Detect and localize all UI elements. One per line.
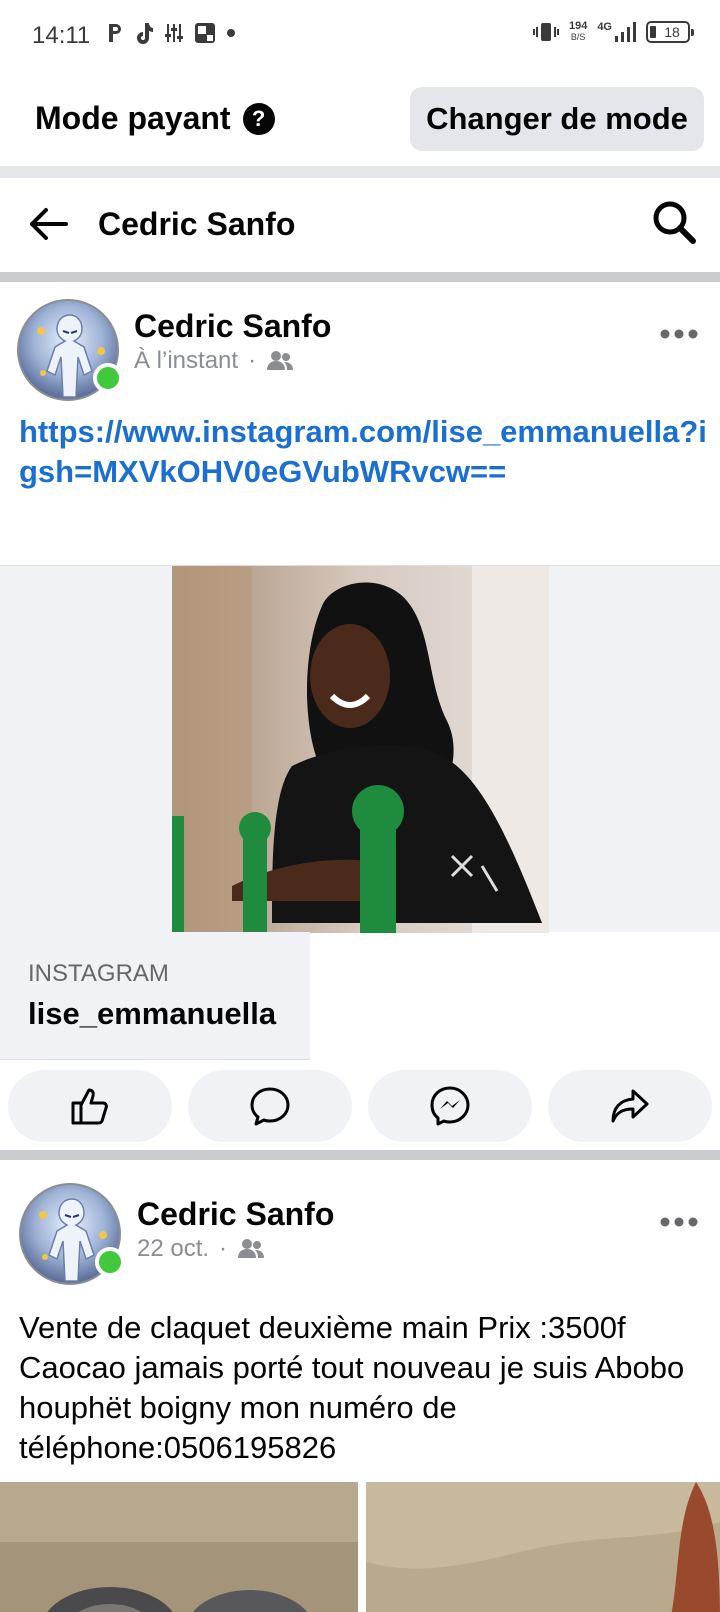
- change-mode-button[interactable]: Changer de mode: [410, 87, 704, 151]
- meta-separator: ·: [219, 1235, 228, 1262]
- net-speed-value: 194: [568, 20, 588, 32]
- mode-bar: Mode payant ? Changer de mode: [0, 72, 720, 164]
- signal-icon: [615, 22, 636, 42]
- preview-photo: [172, 566, 549, 933]
- notification-icons: [106, 22, 236, 44]
- comment-icon: [250, 1087, 290, 1126]
- photo-app-icon: [195, 23, 215, 43]
- divider: [0, 272, 720, 282]
- post-card: Cedric Sanfo 22 oct. · Vente de claquet …: [0, 1160, 720, 1612]
- friends-icon: [267, 351, 294, 370]
- post-time[interactable]: À l’instant: [134, 347, 238, 375]
- post-meta: À l’instant ·: [134, 347, 294, 375]
- profile-header: Cedric Sanfo: [0, 178, 720, 270]
- more-options-icon[interactable]: [660, 1216, 698, 1228]
- signal-group: 4G: [597, 21, 636, 43]
- post-link[interactable]: https://www.instagram.com/lise_emmanuell…: [19, 412, 709, 492]
- page-title: Cedric Sanfo: [98, 206, 296, 242]
- grid-photo[interactable]: [366, 1482, 720, 1612]
- status-time: 14:11: [32, 22, 91, 49]
- link-card[interactable]: INSTAGRAM lise_emmanuella: [0, 932, 310, 1060]
- net-speed-unit: B/S: [570, 32, 586, 42]
- post-actions: [8, 1070, 712, 1142]
- mode-title-label: Mode payant: [35, 100, 231, 136]
- share-button[interactable]: [548, 1070, 712, 1142]
- share-icon: [611, 1089, 649, 1123]
- battery-level: 18: [664, 24, 680, 40]
- vibrate-icon: [532, 23, 559, 41]
- more-options-icon[interactable]: [660, 328, 698, 340]
- dot-icon: [227, 29, 235, 37]
- online-indicator: [95, 1247, 125, 1277]
- link-preview-image[interactable]: [0, 565, 720, 933]
- messenger-icon: [430, 1086, 470, 1126]
- help-icon[interactable]: ?: [242, 102, 275, 135]
- online-indicator: [93, 363, 123, 393]
- comment-button[interactable]: [188, 1070, 352, 1142]
- mode-title: Mode payant ?: [35, 100, 275, 137]
- equalizer-icon: [165, 24, 183, 42]
- author-avatar[interactable]: [19, 1183, 125, 1287]
- divider: [0, 1150, 720, 1160]
- post-author[interactable]: Cedric Sanfo: [134, 308, 331, 345]
- photo-grid: [0, 1482, 720, 1612]
- status-right: 194 B/S 4G 18: [532, 20, 694, 44]
- battery-icon: 18: [646, 21, 694, 43]
- post-time[interactable]: 22 oct.: [137, 1235, 209, 1263]
- like-button[interactable]: [8, 1070, 172, 1142]
- tiktok-icon: [137, 23, 153, 44]
- network-type: 4G: [597, 21, 612, 33]
- search-icon[interactable]: [650, 198, 698, 246]
- back-arrow-icon[interactable]: [26, 202, 70, 246]
- post-card: Cedric Sanfo À l’instant · https://www.i…: [0, 282, 720, 1158]
- status-bar: 14:11 194 B/S 4G 18: [0, 0, 720, 72]
- parking-icon: [109, 24, 121, 42]
- friends-icon: [238, 1239, 265, 1258]
- net-speed: 194 B/S: [569, 21, 587, 43]
- author-avatar[interactable]: [17, 299, 123, 403]
- link-domain: INSTAGRAM: [28, 960, 169, 987]
- post-text: Vente de claquet deuxième main Prix :350…: [19, 1310, 685, 1465]
- grid-photo[interactable]: [0, 1482, 358, 1612]
- like-icon: [71, 1088, 108, 1125]
- post-meta: 22 oct. ·: [137, 1235, 265, 1263]
- post-author[interactable]: Cedric Sanfo: [137, 1196, 334, 1233]
- link-title: lise_emmanuella: [28, 996, 277, 1031]
- divider: [0, 166, 720, 178]
- meta-separator: ·: [248, 347, 257, 374]
- messenger-button[interactable]: [368, 1070, 532, 1142]
